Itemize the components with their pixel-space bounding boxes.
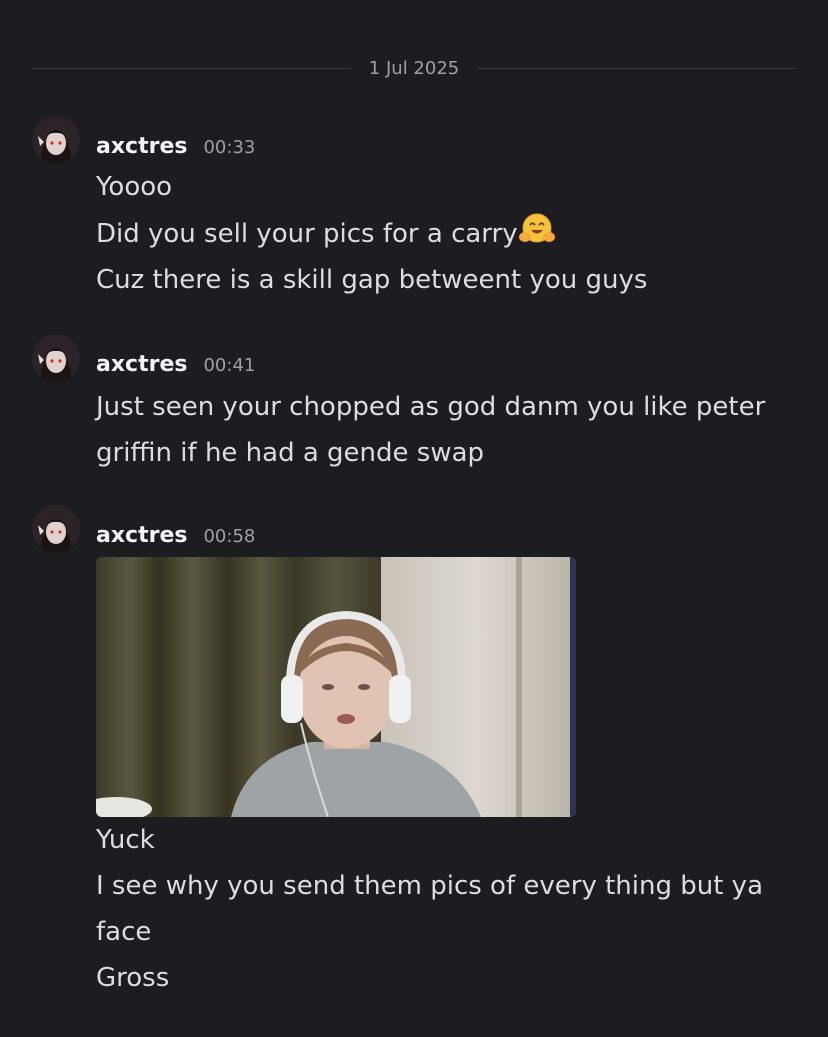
image-attachment[interactable] [96,557,576,817]
message-body: Yuck I see why you send them pics of eve… [96,817,808,1001]
message-body: Yoooo Did you sell your pics for a carry… [96,164,808,303]
timestamp: 00:33 [203,137,256,158]
date-divider: 1 Jul 2025 [32,54,797,82]
timestamp: 00:58 [203,526,256,547]
divider-line-right [477,67,797,69]
message-text: Just seen your chopped as god danm you l… [96,392,766,422]
message-text: Did you sell your pics for a carry [96,210,808,257]
message-text: I see why you send them pics of every th… [96,871,763,901]
date-label: 1 Jul 2025 [368,57,460,79]
message-group: axctres 00:58 Yuck I see why you send th… [32,505,808,1005]
message-text: Cuz there is a skill gap betweent you gu… [96,265,648,295]
message-text: Yoooo [96,172,173,202]
username[interactable]: axctres [96,134,187,159]
chat-view: 1 Jul 2025 axctres 00:33 Yoooo Did you s… [0,0,828,1037]
message-header: axctres 00:41 [96,352,255,377]
message-text: face [96,917,152,947]
username[interactable]: axctres [96,352,187,377]
avatar[interactable] [32,505,80,553]
message-text: griffin if he had a gende swap [96,438,485,468]
hugging-face-icon [518,213,555,243]
message-header: axctres 00:58 [96,523,255,548]
avatar[interactable] [32,116,80,164]
avatar[interactable] [32,334,80,382]
message-body: Just seen your chopped as god danm you l… [96,384,808,476]
message-text: Yuck [96,825,155,855]
message-text: Gross [96,963,170,993]
divider-line-left [32,67,351,69]
timestamp: 00:41 [203,355,256,376]
message-header: axctres 00:33 [96,134,255,159]
message-group: axctres 00:41 Just seen your chopped as … [32,334,808,474]
message-group: axctres 00:33 Yoooo Did you sell your pi… [32,116,808,306]
message-text-span: Did you sell your pics for a carry [96,219,518,249]
username[interactable]: axctres [96,523,187,548]
